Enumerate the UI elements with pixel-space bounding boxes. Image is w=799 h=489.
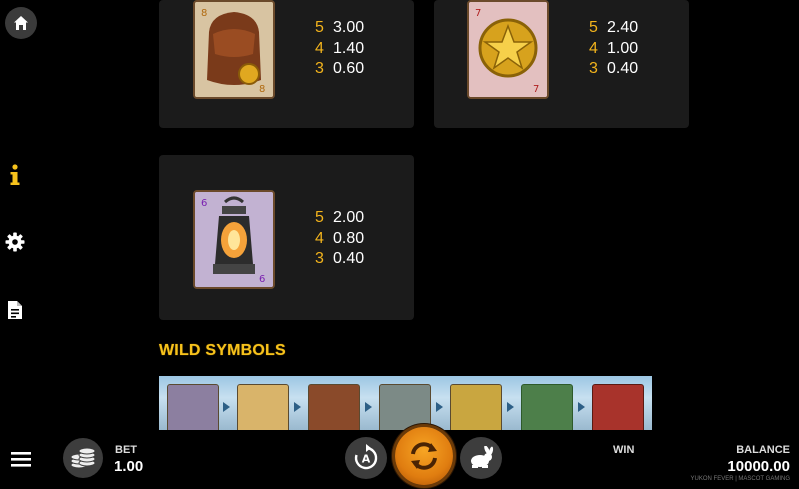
pay-row: 3 0.60	[315, 60, 365, 77]
satchel-pays: 5 3.00 4 1.40 3 0.60	[315, 18, 364, 80]
wild-symbols-title: WILD SYMBOLS	[159, 342, 286, 359]
arrow-icon	[578, 402, 585, 412]
info-icon	[10, 164, 20, 185]
wild-symbols-strip	[159, 376, 652, 430]
coins-icon	[70, 447, 96, 469]
turbo-button[interactable]	[460, 437, 502, 479]
wild-satchel-card	[308, 384, 360, 430]
svg-text:8: 8	[259, 84, 265, 95]
wild-gold-nugget-card	[450, 384, 502, 430]
paytable-panel-lantern: 6 6 5 2.00 4 0.80 3 0.40	[159, 155, 414, 320]
arrow-icon	[436, 402, 443, 412]
svg-text:6: 6	[259, 274, 265, 285]
paytable-panel-satchel: 8 8 5 3.00 4 1.40 3 0.60	[159, 0, 414, 128]
pay-row: 3 0.40	[589, 60, 639, 77]
satchel-symbol: 8 8	[193, 0, 275, 99]
lantern-symbol: 6 6	[193, 190, 275, 289]
pay-row: 5 2.40	[589, 19, 639, 36]
svg-text:6: 6	[201, 198, 207, 209]
pay-row: 4 1.00	[589, 39, 639, 57]
pay-row: 5 2.00	[315, 209, 365, 226]
home-button[interactable]	[5, 7, 37, 39]
spin-icon	[411, 442, 437, 470]
spin-button[interactable]	[395, 427, 453, 485]
lantern-pays: 5 2.00 4 0.80 3 0.40	[315, 208, 364, 270]
autoplay-button[interactable]: A	[345, 437, 387, 479]
info-button[interactable]	[4, 163, 26, 187]
bet-button[interactable]	[63, 438, 103, 478]
home-icon	[14, 16, 28, 30]
bet-value: 1.00	[114, 458, 144, 475]
game-footer: YUKON FEVER | MASCOT GAMING	[690, 476, 790, 482]
arrow-icon	[223, 402, 230, 412]
arrow-icon	[507, 402, 514, 412]
hamburger-icon	[11, 452, 31, 467]
wild-prospector-card	[521, 384, 573, 430]
win-label: WIN	[613, 444, 635, 456]
svg-text:7: 7	[475, 8, 481, 19]
svg-text:8: 8	[201, 8, 207, 19]
menu-button[interactable]	[10, 450, 32, 468]
paytable-panel-star-badge: 7 7 5 2.40 4 1.00 3 0.40	[434, 0, 689, 128]
settings-button[interactable]	[4, 231, 26, 253]
star-badge-symbol: 7 7	[467, 0, 549, 99]
document-icon	[8, 301, 22, 319]
balance-label: BALANCE	[736, 444, 790, 456]
wild-cowgirl-card	[592, 384, 644, 430]
rabbit-icon	[471, 446, 494, 468]
wild-lantern-card	[167, 384, 219, 430]
bet-label: BET	[115, 444, 137, 456]
pay-row: 4 0.80	[315, 229, 365, 247]
star-badge-pays: 5 2.40 4 1.00 3 0.40	[589, 18, 638, 80]
autoplay-icon: A	[354, 444, 378, 470]
svg-text:7: 7	[533, 84, 539, 95]
svg-text:A: A	[362, 453, 371, 466]
rules-button[interactable]	[5, 299, 25, 321]
wild-badge-card	[237, 384, 289, 430]
gear-icon	[5, 232, 25, 252]
arrow-icon	[294, 402, 301, 412]
balance-value: 10000.00	[727, 458, 790, 475]
pay-row: 4 1.40	[315, 39, 365, 57]
wild-revolver-card	[379, 384, 431, 430]
pay-row: 5 3.00	[315, 19, 365, 36]
arrow-icon	[365, 402, 372, 412]
pay-row: 3 0.40	[315, 250, 365, 267]
